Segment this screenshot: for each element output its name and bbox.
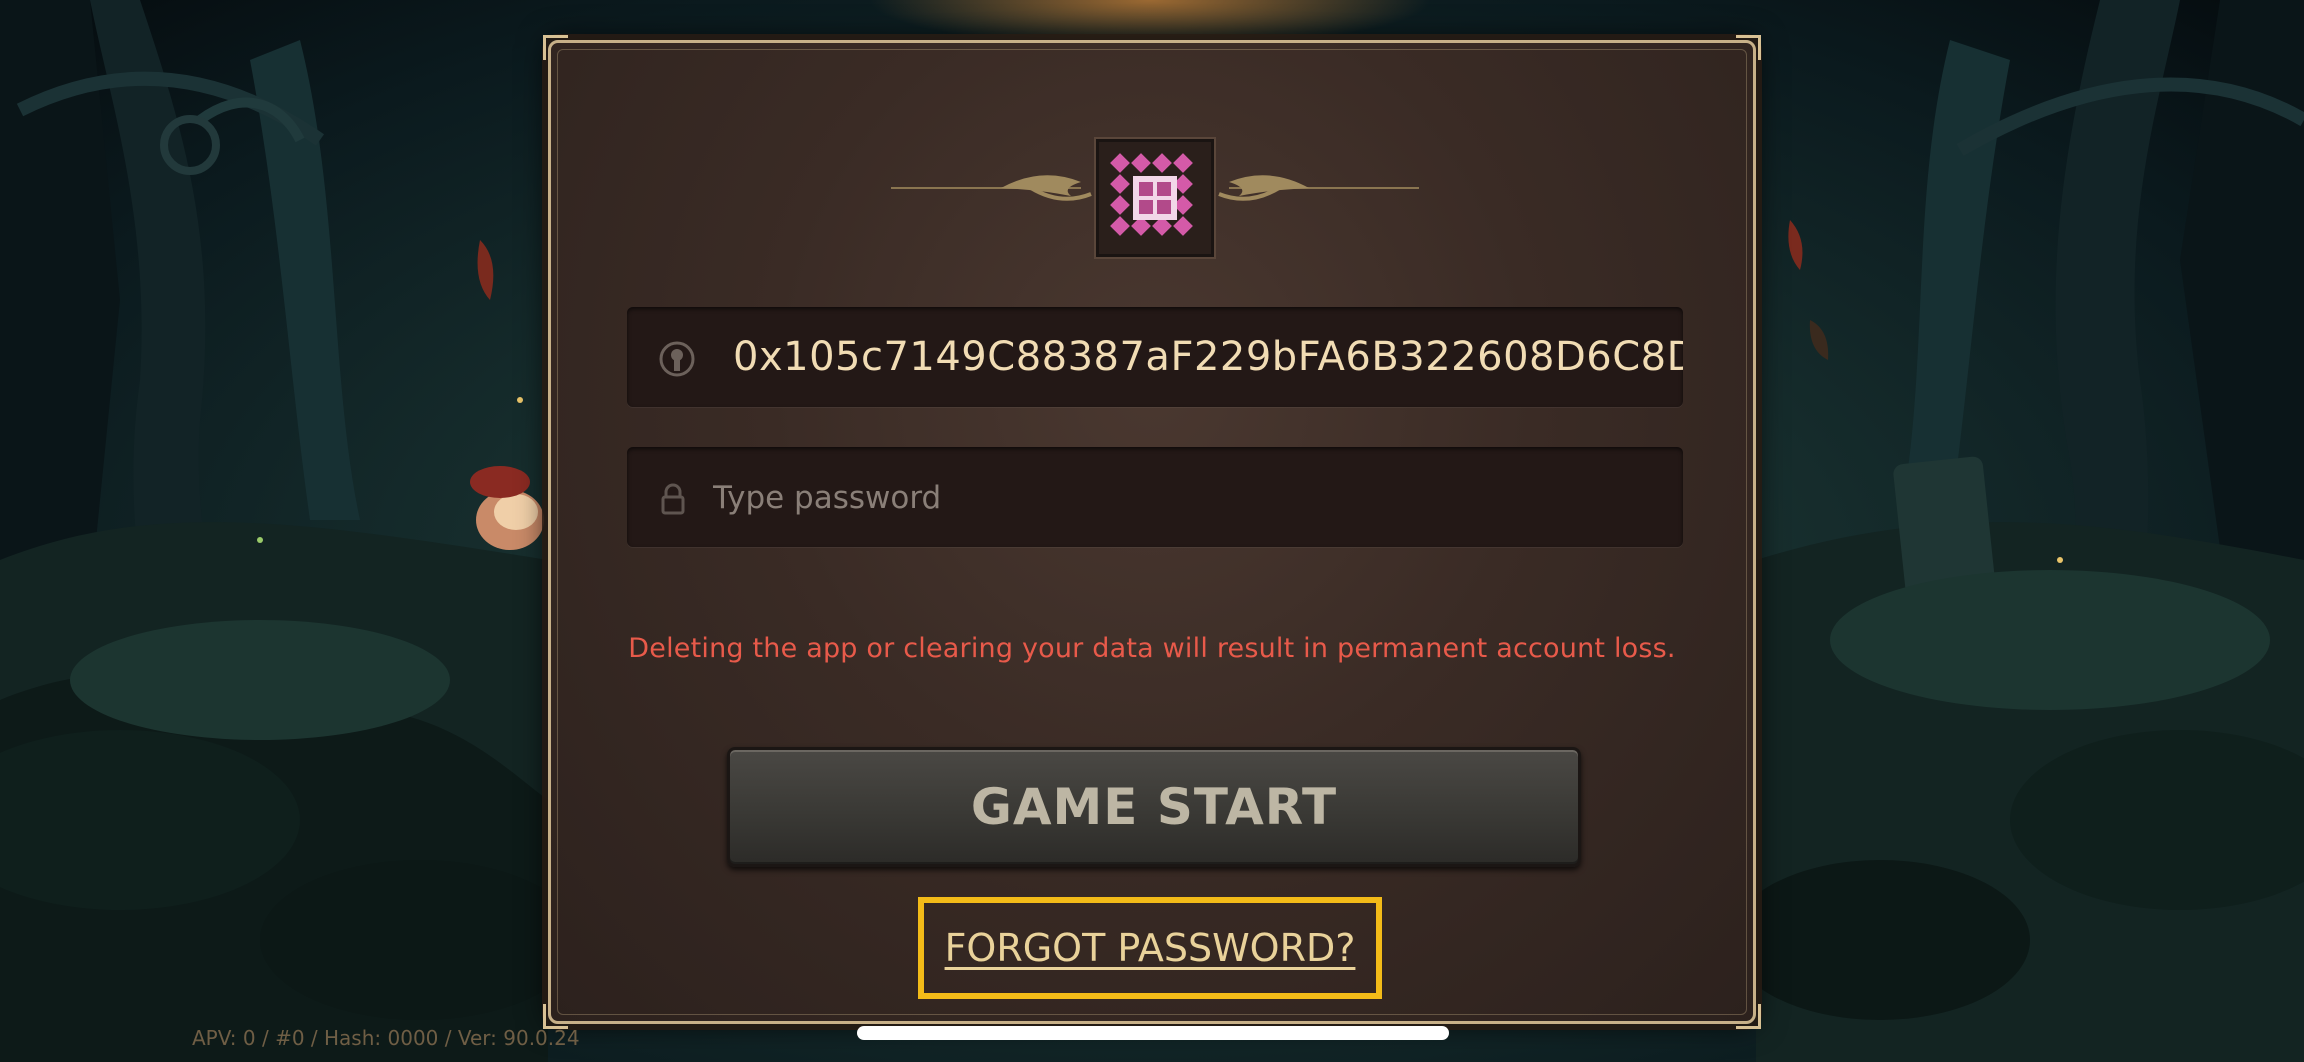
version-info: APV: 0 / #0 / Hash: 0000 / Ver: 90.0.24: [192, 1026, 580, 1050]
home-indicator[interactable]: [857, 1026, 1449, 1040]
password-input[interactable]: [711, 467, 1655, 529]
password-field[interactable]: [627, 447, 1683, 547]
game-scene: 0x105c7149C88387aF229bFA6B322608D6C8Db5 …: [0, 0, 2304, 1062]
wallet-address-value: 0x105c7149C88387aF229bFA6B322608D6C8Db5: [733, 334, 1683, 380]
panel-corner: [543, 35, 568, 60]
forgot-password-label: FORGOT PASSWORD?: [944, 926, 1356, 970]
forgot-password-link[interactable]: FORGOT PASSWORD?: [918, 897, 1382, 999]
key-icon: [659, 341, 695, 377]
game-emblem-icon: [1096, 139, 1214, 257]
panel-corner: [1736, 35, 1761, 60]
panel-corner: [1736, 1004, 1761, 1029]
game-start-button[interactable]: GAME START: [727, 747, 1581, 867]
data-loss-warning: Deleting the app or clearing your data w…: [628, 633, 1676, 664]
wallet-address-field[interactable]: 0x105c7149C88387aF229bFA6B322608D6C8Db5: [627, 307, 1683, 407]
game-start-label: GAME START: [970, 778, 1338, 836]
lock-icon: [661, 483, 685, 515]
login-panel: 0x105c7149C88387aF229bFA6B322608D6C8Db5 …: [543, 35, 1761, 1029]
